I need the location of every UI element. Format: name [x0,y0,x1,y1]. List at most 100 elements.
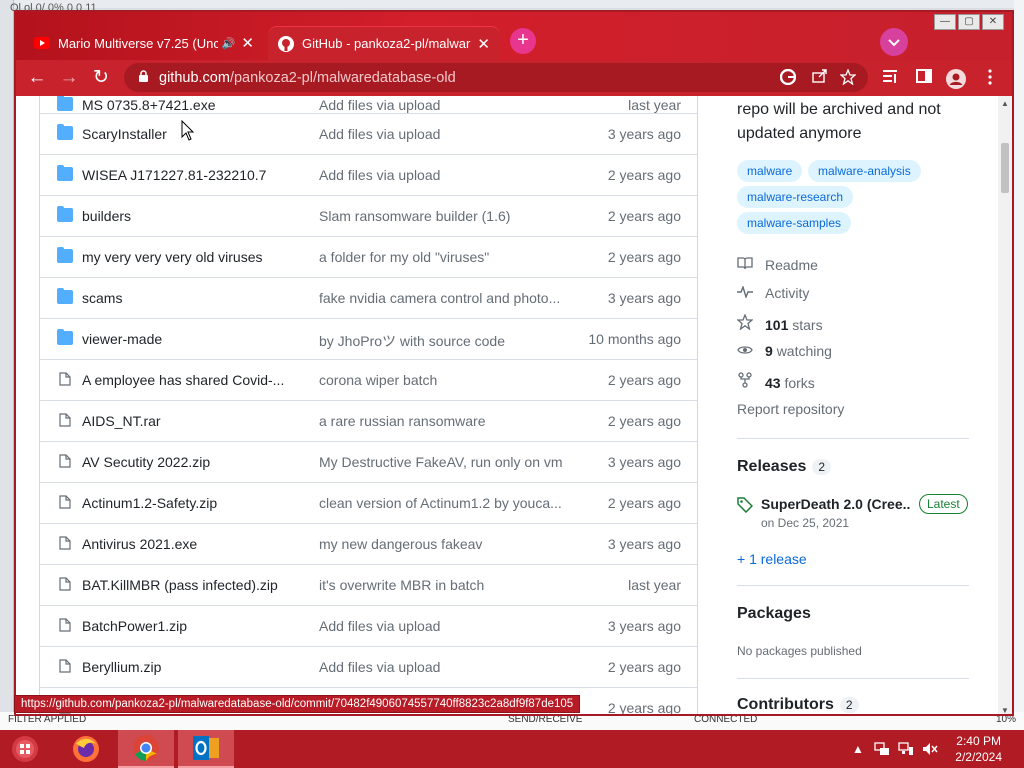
show-hidden-icons-icon[interactable]: ▲ [852,742,864,756]
file-name[interactable]: builders [82,208,292,224]
file-name[interactable]: Antivirus 2021.exe [82,536,292,552]
vertical-scrollbar[interactable]: ▲ ▼ [998,96,1012,714]
stars-count: 101 [765,317,789,333]
topic-tag[interactable]: malware [737,160,803,182]
file-row[interactable]: my very very very old viruses a folder f… [40,236,697,277]
commit-message[interactable]: Add files via upload [319,167,564,183]
side-panel-icon[interactable] [914,69,934,89]
commit-message[interactable]: a rare russian ransomware [319,413,564,429]
start-button[interactable] [0,730,50,768]
readme-link[interactable]: Readme [737,256,977,278]
bookmark-star-icon[interactable] [838,68,858,89]
profile-avatar-icon[interactable] [946,69,966,89]
tab-github[interactable]: GitHub - pankoza2-pl/malwareda ✕ [268,26,500,60]
file-name[interactable]: AV Secutity 2022.zip [82,454,292,470]
file-name[interactable]: AIDS_NT.rar [82,413,292,429]
file-name[interactable]: Beryllium.zip [82,659,292,675]
taskbar-outlook[interactable] [178,730,234,768]
latest-release[interactable]: SuperDeath 2.0 (Cree... Latest on Dec 25… [737,494,977,536]
maximize-button[interactable]: ▢ [958,14,980,30]
tab-youtube[interactable]: Mario Multiverse v7.25 (Unc 🔊 ✕ [24,26,264,60]
commit-message[interactable]: a folder for my old "viruses" [319,249,564,265]
file-name[interactable]: scams [82,290,292,306]
reload-button[interactable]: ↻ [90,67,112,89]
file-name[interactable]: Actinum1.2-Safety.zip [82,495,292,511]
chrome-icon [133,735,159,761]
commit-message[interactable]: Slam ransomware builder (1.6) [319,208,564,224]
file-row[interactable]: A employee has shared Covid-... corona w… [40,359,697,400]
commit-message[interactable]: clean version of Actinum1.2 by youca... [319,495,564,511]
close-window-button[interactable]: ✕ [982,14,1004,30]
network-icon[interactable] [898,742,914,759]
file-name[interactable]: BatchPower1.zip [82,618,292,634]
more-menu-icon[interactable] [980,69,1000,89]
commit-message[interactable]: fake nvidia camera control and photo... [319,290,564,306]
file-row[interactable]: Antivirus 2021.exe my new dangerous fake… [40,523,697,564]
releases-heading[interactable]: Releases 2 [737,458,832,476]
address-bar[interactable]: github.com/pankoza2-pl/malwaredatabase-o… [124,63,868,92]
forks-count: 43 [765,375,781,391]
file-row[interactable]: BatchPower1.zip Add files via upload 3 y… [40,605,697,646]
forks-link[interactable]: 43 forks [737,372,977,394]
file-icon [59,413,71,427]
file-name[interactable]: my very very very old viruses [82,249,292,265]
report-repository-link[interactable]: Report repository [737,401,977,423]
minimize-button[interactable]: — [934,14,956,30]
file-row[interactable]: builders Slam ransomware builder (1.6) 2… [40,195,697,236]
close-tab-icon[interactable]: ✕ [241,34,254,52]
taskbar-firefox[interactable] [58,730,114,768]
back-button[interactable]: ← [26,67,48,89]
topic-tag[interactable]: malware-analysis [808,160,921,182]
forks-label: forks [784,375,815,391]
reading-list-icon[interactable] [880,69,900,89]
tab-title: GitHub - pankoza2-pl/malwareda [302,36,471,51]
file-row[interactable]: ScaryInstaller Add files via upload 3 ye… [40,113,697,154]
speaker-icon[interactable]: 🔊 [222,37,236,50]
topic-tag[interactable]: malware-research [737,186,854,208]
file-row[interactable]: Actinum1.2-Safety.zip clean version of A… [40,482,697,523]
tab-search-button[interactable] [880,28,908,56]
lock-icon[interactable] [138,69,149,86]
system-clock[interactable]: 2:40 PM 2/2/2024 [955,733,1002,765]
packages-heading[interactable]: Packages [737,605,811,623]
commit-message[interactable]: Add files via upload [319,97,564,113]
scroll-down-arrow-icon[interactable]: ▼ [1001,706,1009,714]
file-row[interactable]: BAT.KillMBR (pass infected).zip it's ove… [40,564,697,605]
close-tab-icon[interactable]: ✕ [477,35,490,53]
more-releases-link[interactable]: + 1 release [737,551,977,573]
new-tab-button[interactable]: + [510,28,536,54]
taskbar-chrome[interactable] [118,730,174,768]
commit-message[interactable]: My Destructive FakeAV, run only on vm [319,454,564,470]
file-name[interactable]: BAT.KillMBR (pass infected).zip [82,577,292,593]
file-row[interactable]: AV Secutity 2022.zip My Destructive Fake… [40,441,697,482]
file-row[interactable]: scams fake nvidia camera control and pho… [40,277,697,318]
file-row[interactable]: AIDS_NT.rar a rare russian ransomware 2 … [40,400,697,441]
forward-button[interactable]: → [58,67,80,89]
commit-message[interactable]: it's overwrite MBR in batch [319,577,564,593]
watchers-link[interactable]: 9 watching [737,343,977,365]
file-row[interactable]: Beryllium.zip Add files via upload 2 yea… [40,646,697,687]
action-center-icon[interactable] [874,742,890,759]
commit-message[interactable]: my new dangerous fakeav [319,536,564,552]
file-name[interactable]: WISEA J171227.81-232210.7 [82,167,292,183]
stars-link[interactable]: 101 stars [736,313,977,336]
topic-tag[interactable]: malware-samples [737,212,852,234]
release-name[interactable]: SuperDeath 2.0 (Cree... [761,496,911,512]
google-icon[interactable] [778,68,798,89]
volume-muted-icon[interactable] [922,742,938,759]
commit-message[interactable]: Add files via upload [319,618,564,634]
file-name[interactable]: A employee has shared Covid-... [82,372,292,388]
contributors-heading[interactable]: Contributors 2 [737,696,859,714]
scroll-up-arrow-icon[interactable]: ▲ [1001,99,1009,108]
file-name[interactable]: MS 0735.8+7421.exe [82,97,292,113]
scrollbar-thumb[interactable] [1001,143,1009,193]
file-name[interactable]: viewer-made [82,331,292,347]
share-icon[interactable] [810,69,830,89]
commit-message[interactable]: by JhoProツ with source code [319,331,564,351]
activity-link[interactable]: Activity [737,284,977,307]
file-row[interactable]: WISEA J171227.81-232210.7 Add files via … [40,154,697,195]
commit-message[interactable]: Add files via upload [319,126,564,142]
commit-message[interactable]: Add files via upload [319,659,564,675]
file-row[interactable]: viewer-made by JhoProツ with source code … [40,318,697,359]
commit-message[interactable]: corona wiper batch [319,372,564,388]
